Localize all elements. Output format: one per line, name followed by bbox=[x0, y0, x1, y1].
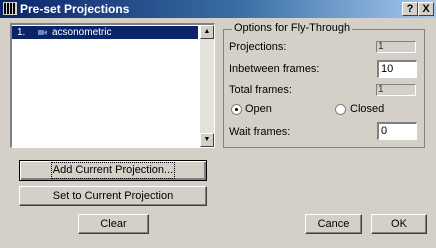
ok-button[interactable]: OK bbox=[371, 214, 427, 234]
inbetween-frames-input[interactable]: 10 bbox=[377, 60, 417, 78]
scroll-down-button[interactable]: ▼ bbox=[200, 133, 214, 147]
list-scrollbar[interactable]: ▲ ▼ bbox=[200, 25, 214, 147]
open-label[interactable]: Open bbox=[245, 103, 272, 116]
set-current-projection-button[interactable]: Set to Current Projection bbox=[19, 186, 207, 206]
open-radio[interactable] bbox=[231, 104, 242, 115]
add-current-projection-button[interactable]: Add Current Projection... bbox=[19, 160, 207, 181]
projections-app-icon bbox=[3, 2, 17, 15]
closed-radio[interactable] bbox=[335, 104, 346, 115]
close-button[interactable]: X bbox=[418, 2, 434, 16]
title-bar[interactable]: Pre-set Projections ? X bbox=[0, 0, 436, 18]
scroll-up-button[interactable]: ▲ bbox=[200, 25, 214, 39]
add-current-projection-label: Add Current Projection... bbox=[50, 162, 176, 179]
projections-label: Projections: bbox=[229, 41, 287, 53]
preset-projections-dialog: Pre-set Projections ? X 1. acsonometric … bbox=[0, 0, 436, 248]
inbetween-frames-label: Inbetween frames: bbox=[229, 63, 320, 75]
help-button[interactable]: ? bbox=[402, 2, 418, 16]
camera-icon bbox=[38, 30, 47, 35]
wait-frames-input[interactable]: 0 bbox=[377, 122, 417, 140]
closed-label[interactable]: Closed bbox=[350, 103, 384, 116]
projections-value: 1 bbox=[376, 41, 416, 53]
wait-frames-label: Wait frames: bbox=[229, 126, 291, 138]
clear-button[interactable]: Clear bbox=[78, 214, 149, 234]
window-title: Pre-set Projections bbox=[20, 2, 130, 16]
projection-list[interactable]: 1. acsonometric ▲ ▼ bbox=[10, 23, 215, 148]
list-item-name: acsonometric bbox=[52, 27, 112, 38]
cancel-button[interactable]: Cance bbox=[305, 214, 362, 234]
list-item[interactable]: 1. acsonometric bbox=[12, 26, 198, 39]
total-frames-label: Total frames: bbox=[229, 84, 292, 96]
options-group-title: Options for Fly-Through bbox=[232, 22, 353, 35]
list-item-number: 1. bbox=[17, 27, 26, 38]
total-frames-value: 1 bbox=[376, 84, 416, 96]
